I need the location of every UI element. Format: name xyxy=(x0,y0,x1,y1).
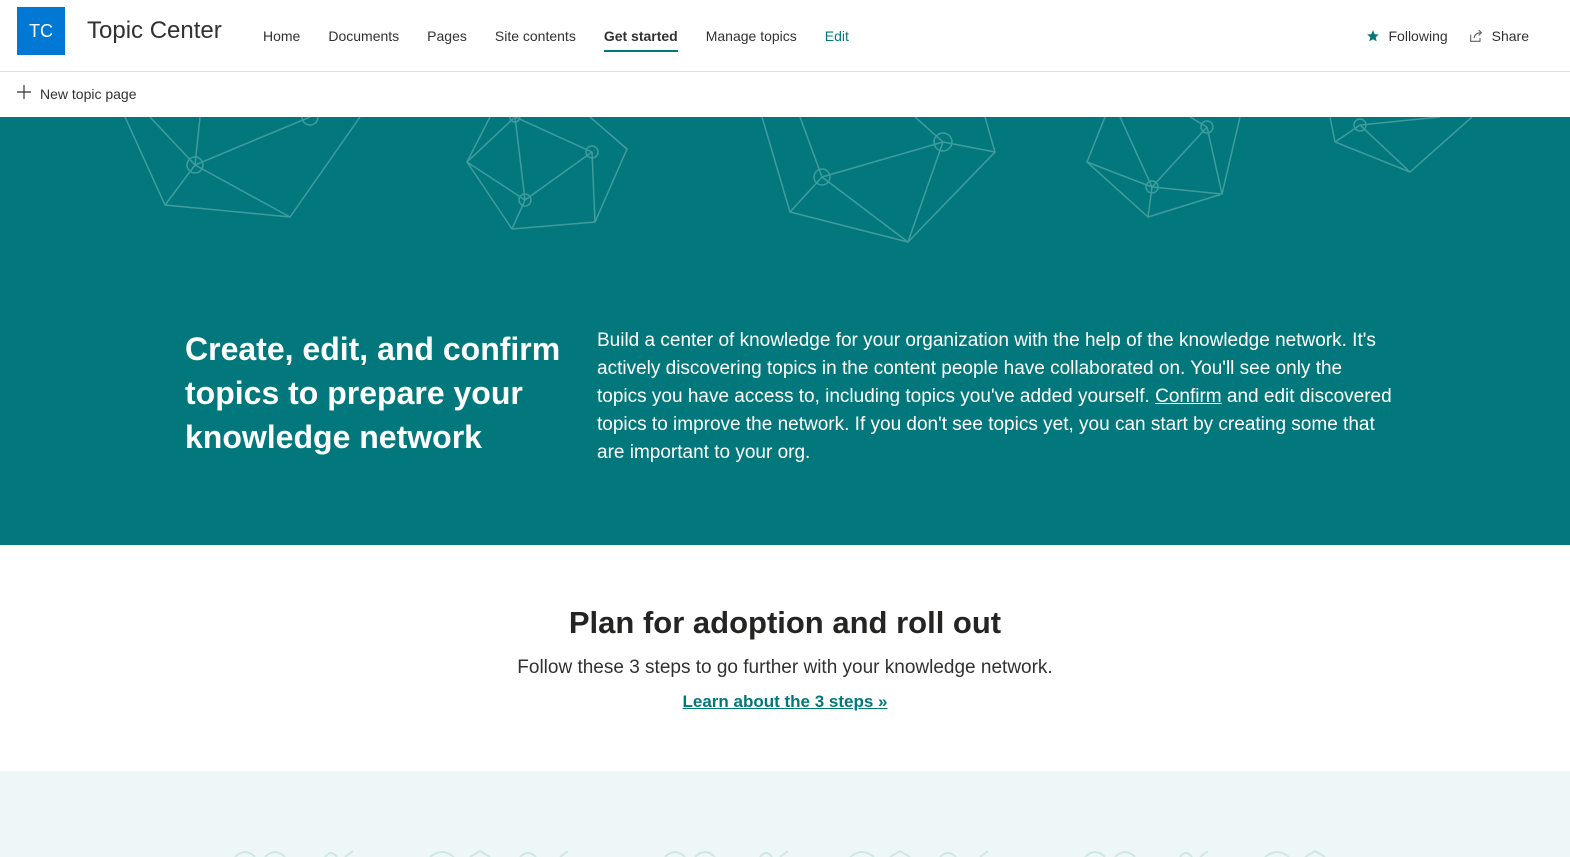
new-topic-page-button[interactable]: New topic page xyxy=(16,84,137,103)
following-button[interactable]: Following xyxy=(1365,28,1448,44)
plus-icon xyxy=(16,84,32,103)
nav-item-home[interactable]: Home xyxy=(249,28,314,44)
share-button[interactable]: Share xyxy=(1468,28,1529,44)
hero-description: Build a center of knowledge for your org… xyxy=(597,327,1397,467)
top-navigation: Home Documents Pages Site contents Get s… xyxy=(249,0,863,72)
nav-item-pages[interactable]: Pages xyxy=(413,28,481,44)
site-title[interactable]: Topic Center xyxy=(87,17,222,45)
share-icon xyxy=(1468,28,1484,44)
star-icon xyxy=(1365,28,1381,44)
nav-item-site-contents[interactable]: Site contents xyxy=(481,28,590,44)
site-logo[interactable]: TC xyxy=(17,7,65,55)
bottom-section xyxy=(0,771,1570,857)
nav-item-manage-topics[interactable]: Manage topics xyxy=(692,28,811,44)
bottom-decoration xyxy=(234,849,1326,857)
site-header: TC Topic Center Home Documents Pages Sit… xyxy=(0,0,1570,72)
header-actions: Following Share xyxy=(1365,0,1529,72)
command-bar: New topic page xyxy=(0,72,1570,117)
share-label: Share xyxy=(1491,28,1529,44)
new-topic-page-label: New topic page xyxy=(40,85,137,102)
nav-edit-link[interactable]: Edit xyxy=(811,28,863,44)
nav-item-get-started[interactable]: Get started xyxy=(590,28,692,52)
following-label: Following xyxy=(1388,28,1448,44)
confirm-link[interactable]: Confirm xyxy=(1155,386,1222,407)
plan-subtitle: Follow these 3 steps to go further with … xyxy=(517,657,1053,678)
hero-banner: Create, edit, and confirm topics to prep… xyxy=(0,117,1570,545)
learn-steps-link-container: Learn about the 3 steps » xyxy=(0,692,1570,712)
plan-title: Plan for adoption and roll out xyxy=(568,605,1002,640)
site-logo-initials: TC xyxy=(29,20,53,41)
hero-heading: Create, edit, and confirm topics to prep… xyxy=(185,331,561,455)
plan-section: Plan for adoption and roll out Follow th… xyxy=(0,545,1570,771)
nav-item-documents[interactable]: Documents xyxy=(314,28,413,44)
network-graphic xyxy=(124,117,1473,243)
learn-steps-link[interactable]: Learn about the 3 steps » xyxy=(683,692,888,711)
